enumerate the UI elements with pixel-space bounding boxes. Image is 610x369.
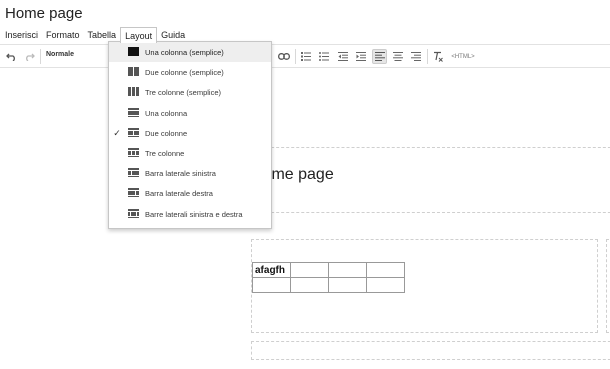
content-table[interactable]: afagfh — [252, 262, 405, 293]
bulleted-list-icon[interactable] — [318, 49, 330, 64]
menu-item-label: Una colonna (semplice) — [145, 47, 224, 57]
menubar: Inserisci Formato Tabella Layout Guida — [0, 26, 610, 43]
layout-three-columns-simple-icon — [128, 87, 139, 96]
layout-dropdown-menu: Una colonna (semplice) Due colonne (semp… — [108, 41, 272, 229]
clear-formatting-icon[interactable] — [432, 49, 444, 64]
menu-item-label: Due colonne (semplice) — [145, 67, 224, 77]
toolbar-divider — [40, 49, 41, 64]
menu-item-label: Tre colonne — [145, 148, 185, 158]
undo-icon[interactable] — [5, 49, 18, 64]
footer-region[interactable] — [251, 341, 610, 360]
menu-item-tre-colonne-semplice[interactable]: Tre colonne (semplice) — [109, 82, 271, 102]
layout-left-sidebar-icon — [128, 168, 139, 177]
menu-item-barra-laterale-sinistra[interactable]: Barra laterale sinistra — [109, 163, 271, 183]
document-title: Home page — [5, 5, 83, 22]
header-region[interactable] — [251, 147, 610, 148]
checkmark-icon: ✓ — [113, 127, 121, 138]
indent-icon[interactable] — [355, 49, 367, 64]
menu-item-una-colonna[interactable]: Una colonna — [109, 103, 271, 123]
menu-layout[interactable]: Layout — [120, 26, 158, 43]
table-cell[interactable] — [366, 262, 405, 278]
redo-icon[interactable] — [23, 49, 36, 64]
align-right-icon[interactable] — [410, 49, 422, 64]
menu-item-barra-laterale-destra[interactable]: Barra laterale destra — [109, 183, 271, 203]
toolbar-divider — [427, 49, 428, 64]
menu-item-label: Barra laterale sinistra — [145, 168, 216, 178]
table-row — [252, 277, 405, 293]
table-cell[interactable] — [290, 277, 329, 293]
layout-two-columns-simple-icon — [128, 67, 139, 76]
style-select[interactable]: Normale — [46, 51, 74, 58]
table-cell[interactable] — [328, 262, 367, 278]
table-cell[interactable]: afagfh — [252, 262, 291, 278]
toolbar-divider — [295, 49, 296, 64]
menu-item-label: Una colonna — [145, 108, 188, 118]
menu-item-label: Barra laterale destra — [145, 188, 213, 198]
layout-three-columns-icon — [128, 148, 139, 157]
table-cell[interactable] — [366, 277, 405, 293]
menu-item-tre-colonne[interactable]: Tre colonne — [109, 143, 271, 163]
table-cell[interactable] — [290, 262, 329, 278]
align-center-icon[interactable] — [392, 49, 404, 64]
side-column[interactable] — [606, 239, 610, 333]
table-cell[interactable] — [328, 277, 367, 293]
layout-one-column-simple-icon — [128, 47, 139, 56]
numbered-list-icon[interactable] — [300, 49, 312, 64]
menu-formato[interactable]: Formato — [42, 27, 84, 43]
table-row: afagfh — [252, 262, 405, 278]
content-divider — [251, 212, 610, 213]
menu-item-una-colonna-semplice[interactable]: Una colonna (semplice) — [109, 42, 271, 62]
layout-right-sidebar-icon — [128, 188, 139, 197]
menu-item-label: Barre laterali sinistra e destra — [145, 209, 243, 219]
layout-one-column-icon — [128, 108, 139, 117]
menu-item-label: Due colonne — [145, 128, 188, 138]
menu-item-due-colonne[interactable]: ✓ Due colonne — [109, 123, 271, 143]
menu-inserisci[interactable]: Inserisci — [0, 27, 42, 43]
table-cell[interactable] — [252, 277, 291, 293]
link-icon[interactable] — [277, 49, 290, 64]
align-left-icon[interactable] — [372, 49, 387, 64]
menu-item-label: Tre colonne (semplice) — [145, 87, 221, 97]
layout-two-columns-icon — [128, 128, 139, 137]
html-icon[interactable]: <HTML> — [450, 49, 476, 64]
layout-both-sidebars-icon — [128, 209, 139, 218]
outdent-icon[interactable] — [337, 49, 349, 64]
toolbar: Normale <HTML> — [0, 44, 610, 68]
menu-item-due-colonne-semplice[interactable]: Due colonne (semplice) — [109, 62, 271, 82]
menu-item-barre-laterali-sinistra-e-destra[interactable]: Barre laterali sinistra e destra — [109, 204, 271, 224]
